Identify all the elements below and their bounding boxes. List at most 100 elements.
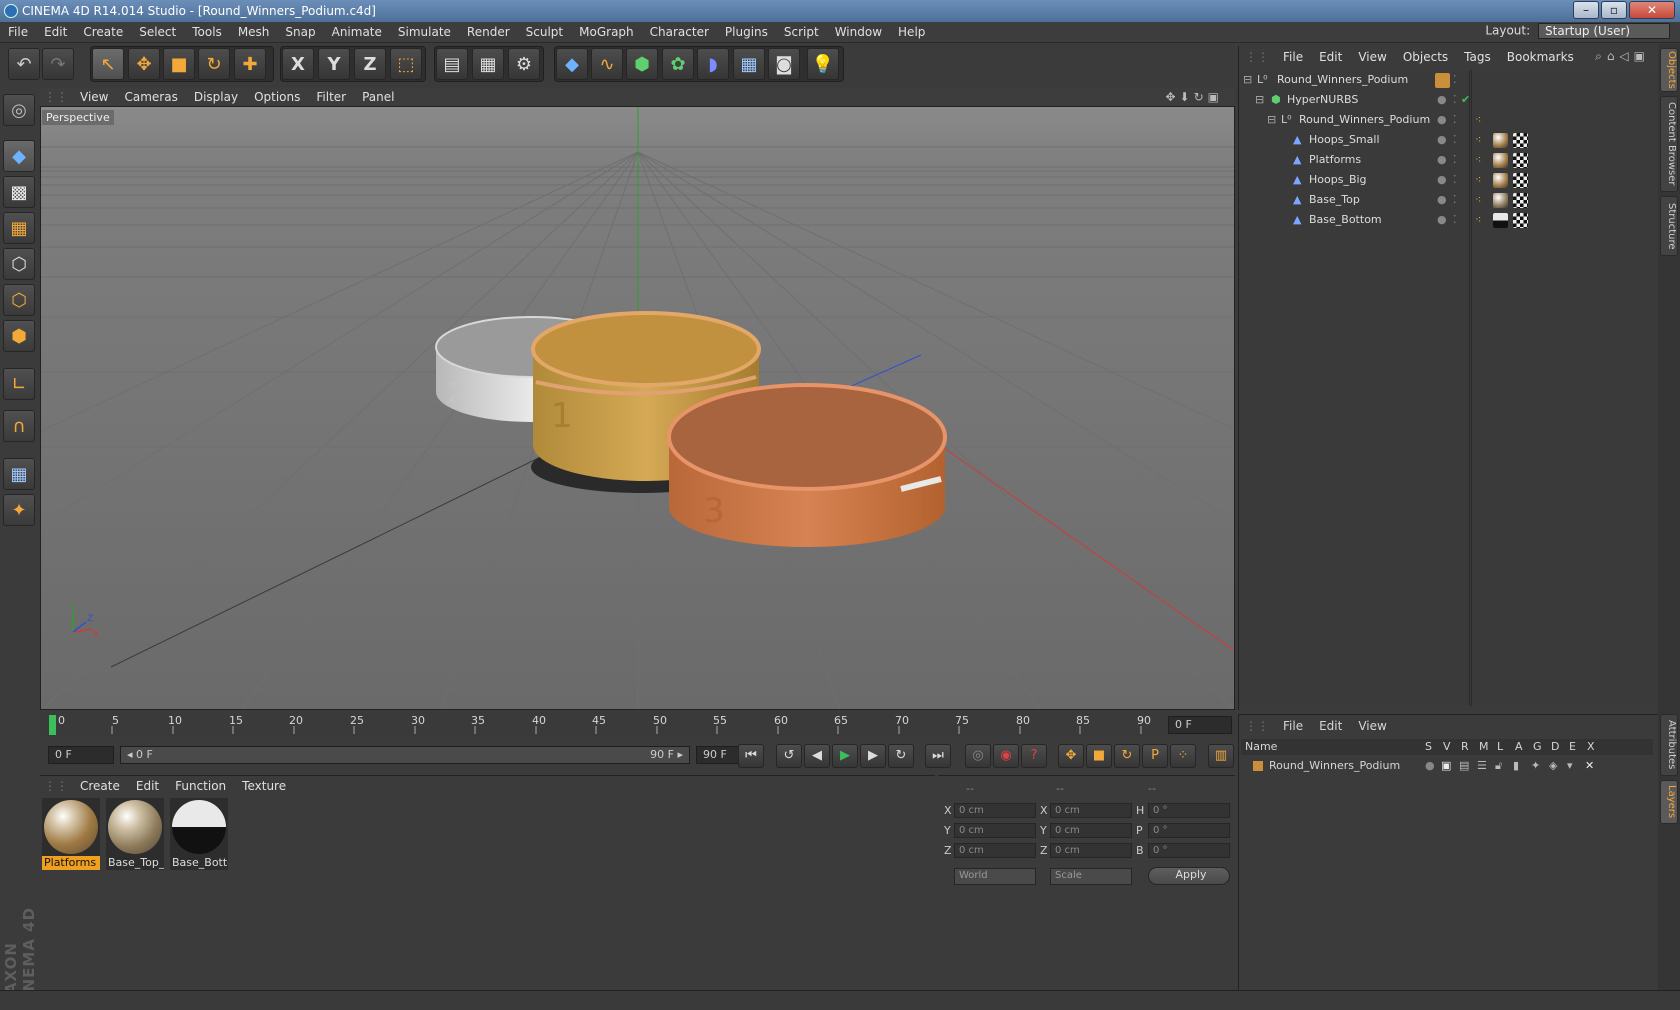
layers-menu-view[interactable]: View [1350, 715, 1394, 737]
minimize-button[interactable]: – [1573, 1, 1599, 19]
menu-edit[interactable]: Edit [36, 22, 75, 43]
menu-render[interactable]: Render [459, 22, 518, 43]
visibility-dot[interactable]: ● [1437, 90, 1447, 110]
column-render[interactable]: R [1461, 739, 1469, 755]
previous-key-icon[interactable]: ↺ [776, 744, 802, 768]
points-mode-icon[interactable]: ⬡ [3, 248, 35, 280]
menu-simulate[interactable]: Simulate [390, 22, 459, 43]
menu-help[interactable]: Help [890, 22, 933, 43]
material-tag-icon[interactable] [1493, 193, 1508, 208]
go-to-start-icon[interactable]: ⏮ [738, 744, 764, 768]
viewport-menu-cameras[interactable]: Cameras [116, 88, 185, 106]
size-y-field[interactable]: 0 cm [1050, 823, 1132, 838]
menu-script[interactable]: Script [776, 22, 827, 43]
size-z-field[interactable]: 0 cm [1050, 843, 1132, 858]
layout-selector[interactable]: Layout: Startup (User) [1485, 23, 1670, 39]
column-deformers[interactable]: D [1551, 739, 1559, 755]
record-scale-icon[interactable]: ■ [1086, 744, 1112, 768]
object-row[interactable]: ▲ Hoops_Small ● ⁚ ⁖ [1239, 130, 1659, 150]
redo-icon[interactable]: ↷ [42, 48, 74, 80]
column-view[interactable]: V [1443, 739, 1451, 755]
menu-file[interactable]: File [0, 22, 36, 43]
texture-mode-icon[interactable]: ▩ [3, 176, 35, 208]
size-x-field[interactable]: 0 cm [1050, 803, 1132, 818]
menu-mograph[interactable]: MoGraph [571, 22, 642, 43]
objects-menu-tags[interactable]: Tags [1456, 46, 1499, 68]
objects-menu-objects[interactable]: Objects [1395, 46, 1456, 68]
tab-objects[interactable]: Objects [1660, 48, 1678, 92]
column-expressions[interactable]: E [1569, 739, 1576, 755]
menu-plugins[interactable]: Plugins [717, 22, 776, 43]
keyframe-selection-icon[interactable]: ? [1021, 744, 1047, 768]
column-generators[interactable]: G [1533, 739, 1542, 755]
cube-primitive-icon[interactable]: ◆ [556, 48, 588, 80]
play-icon[interactable]: ▶ [832, 744, 858, 768]
next-frame-icon[interactable]: ▶ [860, 744, 886, 768]
material-menu-texture[interactable]: Texture [234, 776, 294, 796]
object-row[interactable]: ⊟ ⬢ HyperNURBS ● ⁚ ✔ [1239, 90, 1659, 110]
material-tag-icon[interactable] [1493, 133, 1508, 148]
uvw-tag-icon[interactable] [1513, 193, 1528, 208]
nurbs-icon[interactable]: ⬢ [626, 48, 658, 80]
objects-menu-file[interactable]: File [1275, 46, 1311, 68]
polygons-mode-icon[interactable]: ⬢ [3, 320, 35, 352]
workplane-mode-icon[interactable]: ▦ [3, 212, 35, 244]
autokeying-icon[interactable]: ◉ [993, 744, 1019, 768]
record-point-level-icon[interactable]: ⁘ [1170, 744, 1196, 768]
material-menu-function[interactable]: Function [167, 776, 234, 796]
camera-icon[interactable]: ◙ [768, 48, 800, 80]
object-row[interactable]: ▲ Hoops_Big ● ⁚ ⁖ [1239, 170, 1659, 190]
layer-deformer-icon[interactable]: ◈ [1549, 757, 1557, 775]
go-to-end-icon[interactable]: ⏭ [925, 744, 951, 768]
tab-structure[interactable]: Structure [1660, 196, 1678, 256]
rotation-h-field[interactable]: 0 ° [1148, 803, 1230, 818]
undo-icon[interactable]: ↶ [8, 48, 40, 80]
viewport-menu-view[interactable]: View [72, 88, 116, 106]
layer-generator-icon[interactable]: ✦ [1531, 757, 1540, 775]
objects-menu-edit[interactable]: Edit [1311, 46, 1350, 68]
column-animation[interactable]: A [1515, 739, 1523, 755]
material-tag-icon[interactable] [1493, 213, 1508, 228]
timeline-window-icon[interactable]: ▥ [1208, 744, 1234, 768]
column-xrefs[interactable]: X [1587, 739, 1595, 755]
timeline-ruler[interactable]: 0 5 10 15 20 25 30 35 40 45 50 55 60 65 … [40, 712, 1235, 738]
uvw-tag-icon[interactable] [1513, 173, 1528, 188]
axis-mode-icon[interactable]: ∟ [3, 368, 35, 400]
search-icon[interactable]: ⌕⌂◁▣ [1595, 49, 1650, 64]
layer-color-swatch[interactable] [1253, 761, 1263, 771]
rotate-tool-icon[interactable]: ↻ [198, 48, 230, 80]
snap-magnet-icon[interactable]: ∩ [3, 410, 35, 442]
object-row[interactable]: ⊟ L⁰ Round_Winners_Podium ● ⁚ ⁖ [1239, 110, 1659, 130]
layer-lock-icon[interactable]: 🔓︎ [1495, 757, 1502, 775]
move-tool-icon[interactable]: ✥ [128, 48, 160, 80]
viewport-menu-display[interactable]: Display [186, 88, 246, 106]
column-solo[interactable]: S [1425, 739, 1432, 755]
tag-icon[interactable]: ⁖ [1475, 110, 1481, 130]
material-menu-edit[interactable]: Edit [128, 776, 167, 796]
layer-animation-icon[interactable]: ▮ [1513, 757, 1519, 775]
layer-solo-icon[interactable]: ● [1425, 757, 1435, 775]
scale-tool-icon[interactable]: ■ [163, 48, 195, 80]
record-active-objects-icon[interactable]: ◎ [965, 744, 991, 768]
record-rotation-icon[interactable]: ↻ [1114, 744, 1140, 768]
rotation-b-field[interactable]: 0 ° [1148, 843, 1230, 858]
model-mode-icon[interactable]: ◆ [3, 140, 35, 172]
layer-xref-icon[interactable]: ✕ [1585, 757, 1594, 775]
light-icon[interactable]: 💡 [807, 48, 839, 80]
timeline-playhead[interactable] [49, 715, 56, 735]
record-parameter-icon[interactable]: P [1142, 744, 1168, 768]
next-key-icon[interactable]: ↻ [888, 744, 914, 768]
edges-mode-icon[interactable]: ⬡ [3, 284, 35, 316]
quantize-icon[interactable]: ✦ [3, 494, 35, 526]
render-view-icon[interactable]: ▤ [436, 48, 468, 80]
y-axis-lock-button[interactable]: Y [318, 48, 350, 80]
position-y-field[interactable]: 0 cm [954, 823, 1036, 838]
menu-tools[interactable]: Tools [184, 22, 230, 43]
spline-icon[interactable]: ∿ [591, 48, 623, 80]
live-selection-icon[interactable]: ↖ [92, 48, 124, 80]
material-menu-create[interactable]: Create [72, 776, 128, 796]
maximize-button[interactable]: ▫ [1601, 1, 1627, 19]
material-tag-icon[interactable] [1493, 173, 1508, 188]
material-swatch-base-top[interactable]: Base_Top_I [106, 798, 164, 870]
create-object-icon[interactable]: ✚ [234, 48, 266, 80]
